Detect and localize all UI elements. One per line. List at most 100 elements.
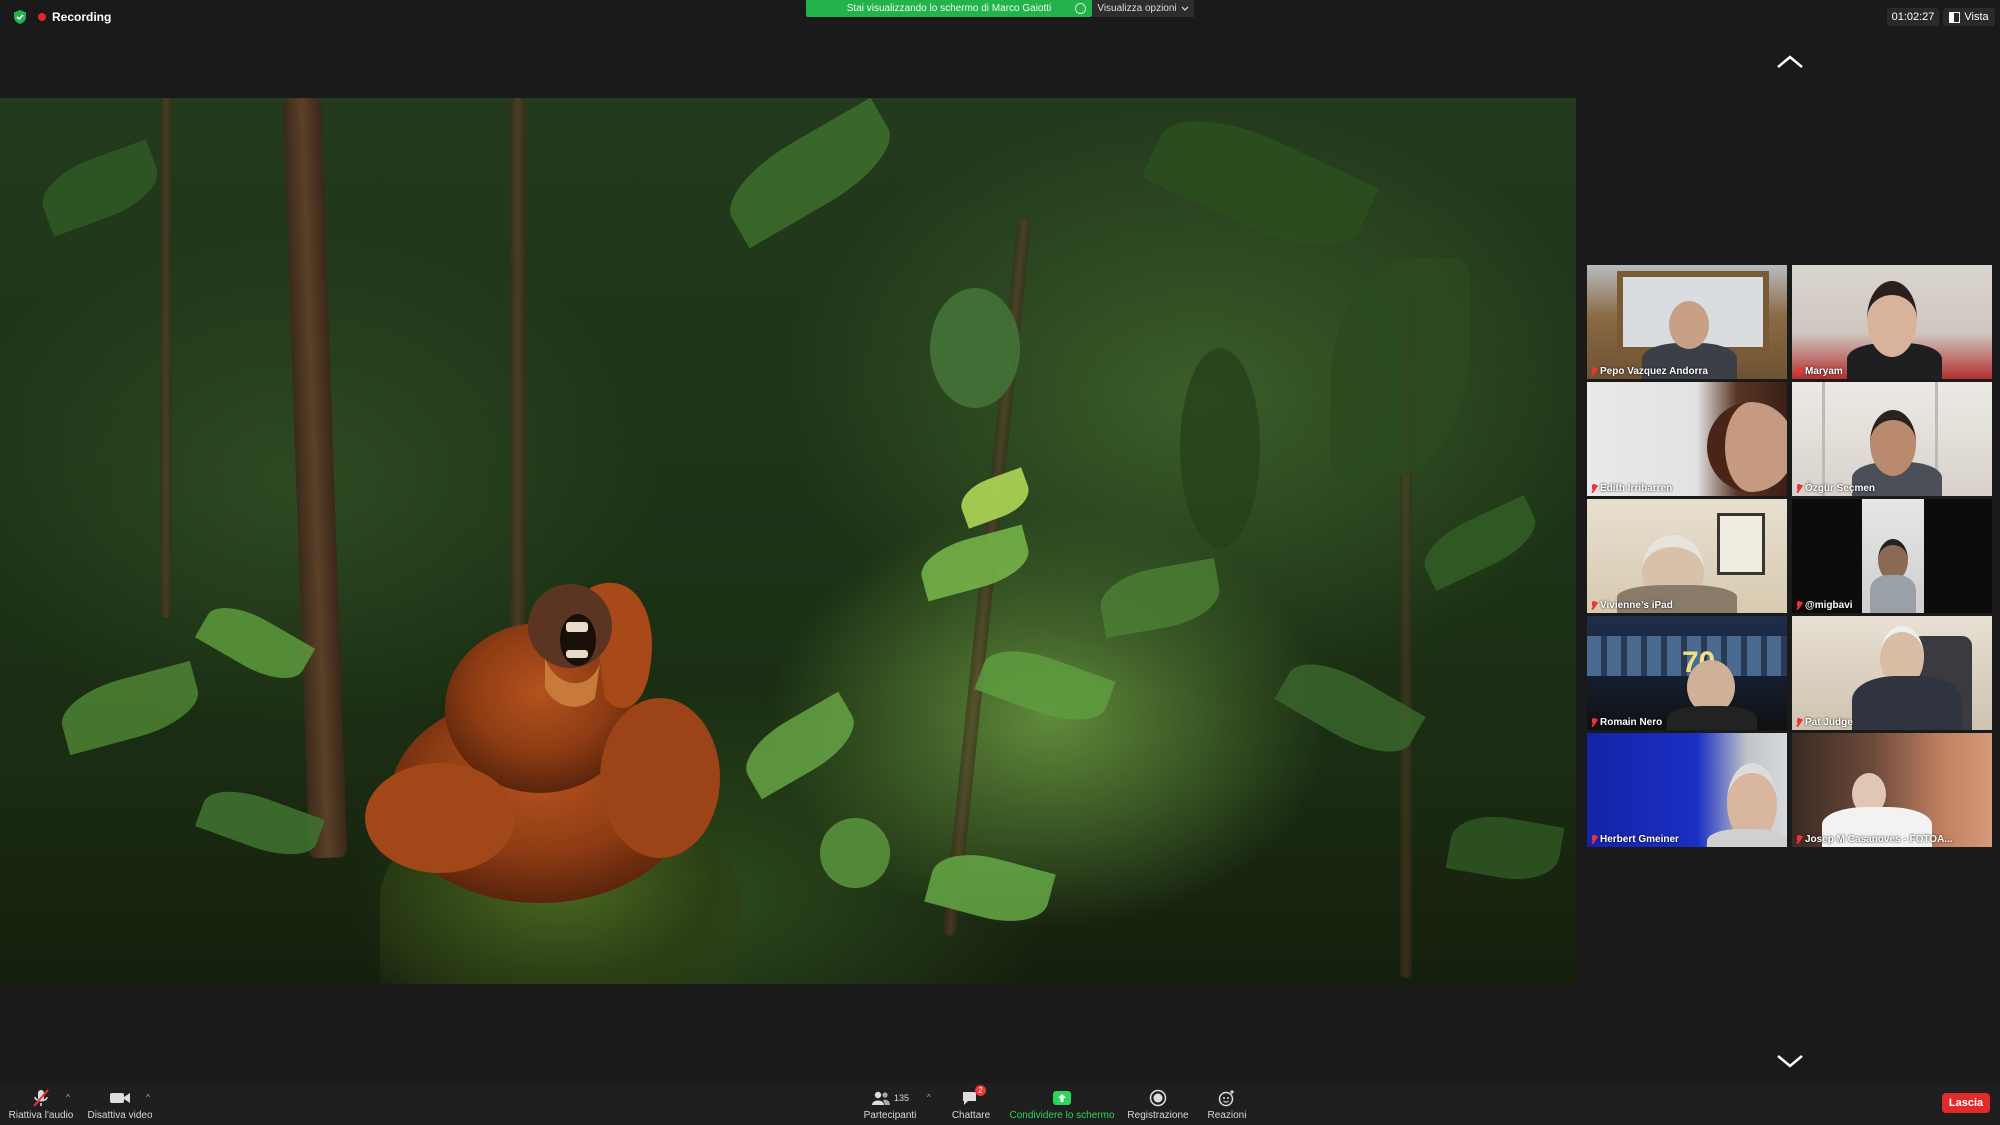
stop-video-button[interactable]: Disattiva video <box>86 1083 154 1125</box>
microphone-muted-icon <box>1796 601 1802 610</box>
participant-tile[interactable]: Vivienne’s iPad <box>1587 499 1787 613</box>
recording-dot-icon <box>38 13 46 21</box>
leaf <box>33 139 167 237</box>
recording-indicator[interactable]: Recording <box>38 10 111 24</box>
microphone-muted-icon <box>1591 835 1597 844</box>
screen-share-banner: Stai visualizzando lo schermo di Marco G… <box>806 0 1092 17</box>
participant-name: Özgür Seçmen <box>1796 483 1875 494</box>
participant-tile[interactable]: @migbavi <box>1792 499 1992 613</box>
leaf <box>714 98 906 249</box>
leaf <box>915 524 1035 602</box>
leaf <box>1330 258 1470 478</box>
participant-silhouette <box>1867 281 1917 357</box>
participant-tile[interactable]: Pat Judge <box>1792 616 1992 730</box>
record-button[interactable]: Registrazione <box>1126 1083 1190 1125</box>
leaf <box>195 778 325 868</box>
chevron-down-icon[interactable] <box>1775 1053 1805 1069</box>
participant-silhouette <box>1870 410 1916 476</box>
reactions-icon <box>1218 1088 1236 1108</box>
share-screen-label: Condividere lo schermo <box>1009 1109 1115 1121</box>
share-banner-text: Stai visualizzando lo schermo di Marco G… <box>846 3 1052 14</box>
leaf <box>1445 808 1565 888</box>
stop-video-label: Disattiva video <box>87 1109 153 1121</box>
participant-tile[interactable]: Maryam <box>1792 265 1992 379</box>
chat-label: Chattare <box>951 1109 991 1121</box>
participant-tile[interactable]: Özgür Seçmen <box>1792 382 1992 496</box>
unmute-button[interactable]: Riattiva l'audio <box>6 1083 76 1125</box>
share-screen-button[interactable]: Condividere lo schermo <box>1008 1083 1116 1125</box>
leaf <box>194 593 316 693</box>
video-camera-icon <box>109 1088 131 1108</box>
shared-screen[interactable] <box>0 98 1576 984</box>
chevron-up-icon[interactable] <box>1775 54 1805 70</box>
microphone-muted-icon <box>1796 835 1802 844</box>
view-options-label: Visualizza opzioni <box>1097 3 1177 14</box>
chat-unread-badge: 2 <box>975 1085 986 1096</box>
leaf <box>820 818 890 888</box>
microphone-muted-icon <box>1796 367 1802 376</box>
leaf <box>734 691 866 800</box>
participant-tile[interactable]: Herbert Gmeiner <box>1587 733 1787 847</box>
record-icon <box>1149 1088 1167 1108</box>
leaf <box>54 660 206 756</box>
microphone-muted-icon <box>1591 484 1597 493</box>
chat-button[interactable]: Chattare <box>946 1083 996 1125</box>
participant-name: Romain Nero <box>1591 717 1662 728</box>
view-button[interactable]: Vista <box>1943 8 1995 26</box>
chevron-down-icon <box>1181 6 1189 11</box>
microphone-muted-icon <box>1591 601 1597 610</box>
leaf <box>1180 348 1260 548</box>
recording-label: Recording <box>52 10 112 24</box>
orangutan-figure <box>365 582 720 903</box>
reactions-label: Reazioni <box>1207 1109 1247 1121</box>
microphone-muted-icon <box>1796 484 1802 493</box>
participant-silhouette <box>1707 829 1787 847</box>
view-options-button[interactable]: Visualizza opzioni <box>1092 0 1194 17</box>
leave-button[interactable]: Lascia <box>1942 1093 1990 1113</box>
participant-tile[interactable]: Edith Irribarren <box>1587 382 1787 496</box>
video-background <box>1717 513 1765 575</box>
participants-icon: 135 <box>871 1088 909 1108</box>
participant-name: Vivienne’s iPad <box>1591 600 1673 611</box>
leaf <box>1415 494 1545 592</box>
participant-tile[interactable]: Pepo Vazquez Andorra <box>1587 265 1787 379</box>
leaf <box>974 637 1116 734</box>
leaf <box>1095 558 1225 638</box>
participant-silhouette <box>1669 301 1709 349</box>
participants-button[interactable]: 135 Partecipanti <box>860 1083 920 1125</box>
participants-count: 135 <box>893 1092 910 1103</box>
participant-name: Pepo Vazquez Andorra <box>1591 366 1708 377</box>
participant-name: Pat Judge <box>1796 717 1853 728</box>
meeting-timer: 01:02:27 <box>1887 8 1939 26</box>
record-label: Registrazione <box>1127 1109 1189 1121</box>
tree-trunk <box>282 98 348 859</box>
participant-silhouette <box>1852 676 1962 730</box>
view-layout-icon <box>1949 11 1961 23</box>
participants-label: Partecipanti <box>863 1109 917 1121</box>
participant-silhouette <box>1667 706 1757 730</box>
share-status-icon <box>1075 3 1086 14</box>
microphone-muted-icon <box>1591 367 1597 376</box>
microphone-muted-icon <box>1796 718 1802 727</box>
participant-name: Josep M Casanoves - FOTOA... <box>1796 834 1953 845</box>
top-bar: Recording Stai visualizzando lo schermo … <box>0 0 2000 34</box>
audio-options-caret[interactable]: ^ <box>66 1093 70 1102</box>
shield-icon[interactable] <box>12 9 28 25</box>
reactions-button[interactable]: Reazioni <box>1200 1083 1254 1125</box>
meeting-toolbar: Riattiva l'audio ^ Disattiva video ^ 135… <box>0 1083 2000 1125</box>
participant-silhouette <box>1870 575 1916 613</box>
participant-name: @migbavi <box>1796 600 1853 611</box>
video-options-caret[interactable]: ^ <box>146 1093 150 1102</box>
participant-tile[interactable]: 70 Romain Nero <box>1587 616 1787 730</box>
share-screen-icon <box>1052 1088 1072 1108</box>
participants-options-caret[interactable]: ^ <box>927 1093 931 1102</box>
participant-tile[interactable]: Josep M Casanoves - FOTOA... <box>1792 733 1992 847</box>
participant-name: Maryam <box>1796 366 1843 377</box>
microphone-muted-icon <box>32 1088 50 1108</box>
participant-name: Herbert Gmeiner <box>1591 834 1679 845</box>
microphone-muted-icon <box>1591 718 1597 727</box>
leaf <box>930 288 1020 408</box>
participant-name: Edith Irribarren <box>1591 483 1672 494</box>
view-label: Vista <box>1964 11 1989 23</box>
unmute-label: Riattiva l'audio <box>8 1109 74 1121</box>
